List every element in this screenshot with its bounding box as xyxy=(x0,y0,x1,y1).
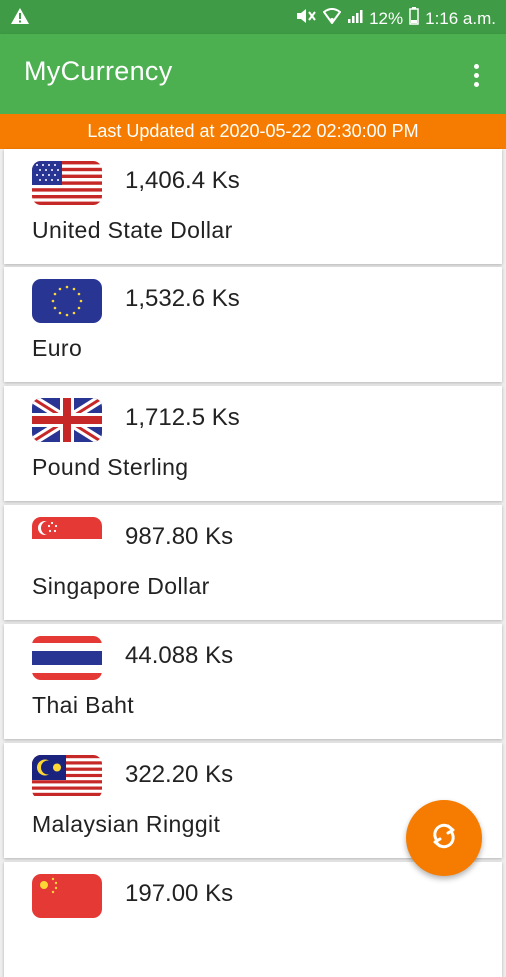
uk-flag-icon xyxy=(32,398,102,442)
refresh-sync-icon xyxy=(427,819,461,858)
list-item[interactable]: 197.00 Ks xyxy=(4,862,502,977)
more-vert-icon[interactable] xyxy=(464,58,488,92)
refresh-button[interactable] xyxy=(406,800,482,876)
list-item[interactable]: 1,406.4 Ks United State Dollar xyxy=(4,149,502,264)
my-flag-icon xyxy=(32,755,102,799)
currency-name: Singapore Dollar xyxy=(32,573,210,599)
currency-name: United State Dollar xyxy=(32,217,233,243)
exchange-rate: 197.00 Ks xyxy=(125,880,234,907)
list-item[interactable]: 44.088 Ks Thai Baht xyxy=(4,624,502,739)
exchange-rate: 1,532.6 Ks xyxy=(125,285,240,312)
eu-flag-icon xyxy=(32,279,102,323)
battery-percent: 12% xyxy=(369,8,404,28)
mute-icon xyxy=(295,8,317,29)
exchange-rate: 1,406.4 Ks xyxy=(125,167,240,194)
battery-icon xyxy=(409,7,419,30)
wifi-icon xyxy=(322,8,342,29)
exchange-rate: 44.088 Ks xyxy=(125,642,234,669)
us-flag-icon xyxy=(32,161,102,205)
exchange-rate: 322.20 Ks xyxy=(125,761,234,788)
signal-icon xyxy=(347,8,363,29)
last-updated-text: Last Updated at 2020-05-22 02:30:00 PM xyxy=(87,121,419,141)
exchange-rate: 1,712.5 Ks xyxy=(125,404,240,431)
currency-name: Pound Sterling xyxy=(32,454,189,480)
sg-flag-icon xyxy=(32,517,102,561)
currency-name: Thai Baht xyxy=(32,692,135,718)
list-item[interactable]: 1,532.6 Ks Euro xyxy=(4,267,502,382)
app-bar: MyCurrency xyxy=(0,34,506,114)
exchange-rate: 987.80 Ks xyxy=(125,523,234,550)
cn-flag-icon xyxy=(32,874,102,918)
clock-time: 1:16 a.m. xyxy=(425,8,496,28)
currency-name: Malaysian Ringgit xyxy=(32,811,221,837)
warning-icon xyxy=(10,7,30,30)
status-bar: 12% 1:16 a.m. xyxy=(0,0,506,34)
th-flag-icon xyxy=(32,636,102,680)
last-updated-banner: Last Updated at 2020-05-22 02:30:00 PM xyxy=(0,114,506,149)
list-item[interactable]: 1,712.5 Ks Pound Sterling xyxy=(4,386,502,501)
list-item[interactable]: 987.80 Ks Singapore Dollar xyxy=(4,505,502,620)
app-title: MyCurrency xyxy=(24,56,173,86)
currency-name: Euro xyxy=(32,335,83,361)
